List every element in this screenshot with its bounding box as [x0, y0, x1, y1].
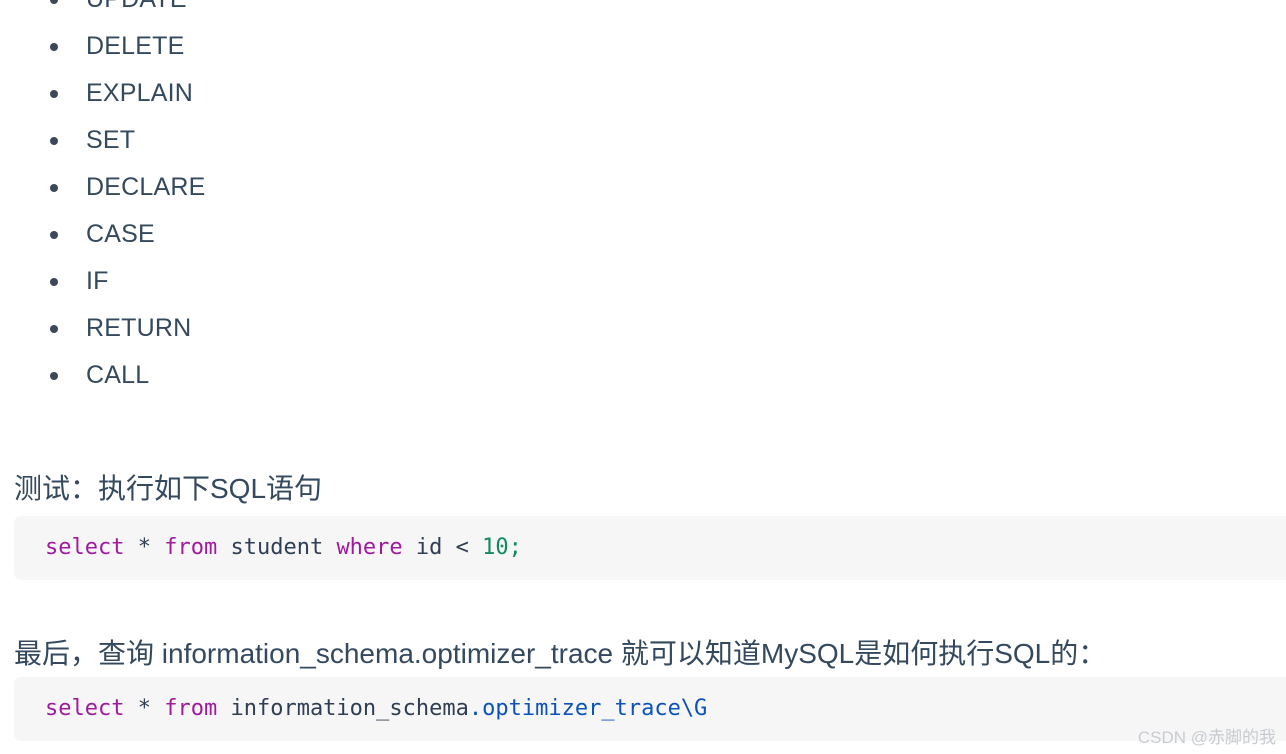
list-item: UPDATE — [0, 0, 1286, 23]
code-token-keyword: from — [164, 696, 218, 721]
code-token-operator: * — [137, 696, 151, 721]
code-token-keyword: from — [164, 535, 218, 560]
bullet-icon — [50, 371, 58, 380]
sql-keyword-list: UPDATE DELETE EXPLAIN SET DECLARE CASE I… — [0, 0, 1286, 399]
list-item-label: EXPLAIN — [86, 79, 194, 107]
list-item: SET — [0, 117, 1286, 164]
list-item-label: DECLARE — [86, 173, 206, 201]
list-item: IF — [0, 258, 1286, 305]
code-token-operator: * — [137, 535, 151, 560]
bullet-icon — [50, 277, 58, 286]
bullet-icon — [50, 136, 58, 145]
list-item-label: CALL — [86, 361, 150, 389]
list-item-label: UPDATE — [86, 0, 187, 13]
article-page: UPDATE DELETE EXPLAIN SET DECLARE CASE I… — [0, 0, 1286, 754]
code-token-keyword: select — [45, 535, 125, 560]
list-item-label: SET — [86, 126, 136, 154]
list-item-label: DELETE — [86, 32, 185, 60]
bullet-icon — [50, 42, 58, 51]
list-item-label: IF — [86, 267, 109, 295]
list-item-label: RETURN — [86, 314, 192, 342]
code-token-keyword: where — [336, 535, 403, 560]
bullet-icon — [50, 324, 58, 333]
paragraph-test-intro: 测试：执行如下SQL语句 — [14, 473, 323, 504]
list-item: DELETE — [0, 23, 1286, 70]
code-token-keyword: select — [45, 696, 125, 721]
bullet-icon — [50, 89, 58, 98]
code-line: select * from student where id < 10; — [45, 530, 1286, 566]
paragraph-final-note: 最后，查询 information_schema.optimizer_trace… — [14, 638, 1107, 669]
list-item: DECLARE — [0, 164, 1286, 211]
bullet-icon — [50, 0, 58, 4]
code-token-identifier: information_schema — [230, 696, 469, 721]
list-item-label: CASE — [86, 220, 155, 248]
bullet-icon — [50, 230, 58, 239]
code-token-property: .optimizer_trace\G — [468, 696, 708, 721]
bullet-icon — [50, 183, 58, 192]
code-block-optimizer-trace: select * from information_schema.optimiz… — [14, 677, 1286, 741]
code-token-identifier: student — [230, 535, 324, 560]
code-line: select * from information_schema.optimiz… — [45, 691, 1286, 727]
code-block-select-student: select * from student where id < 10; — [14, 516, 1286, 580]
list-item: CALL — [0, 352, 1286, 399]
code-token-punctuation: ; — [508, 535, 522, 560]
code-token-operator: < — [455, 535, 469, 560]
code-token-number: 10 — [482, 535, 509, 560]
list-item: EXPLAIN — [0, 70, 1286, 117]
code-token-identifier: id — [415, 535, 443, 560]
list-item: CASE — [0, 211, 1286, 258]
list-item: RETURN — [0, 305, 1286, 352]
csdn-watermark: CSDN @赤脚的我 — [1137, 728, 1276, 747]
